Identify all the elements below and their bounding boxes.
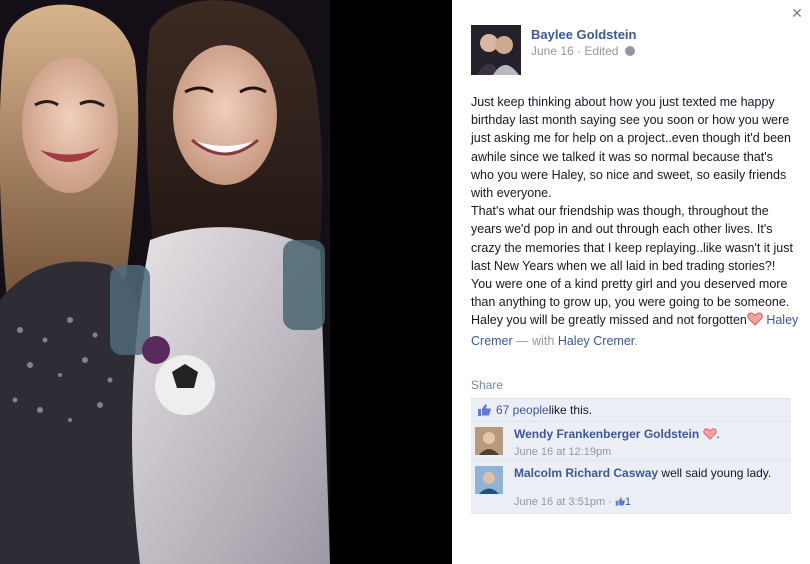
author-avatar[interactable]: [471, 25, 521, 75]
photo-stage[interactable]: [0, 0, 450, 564]
feedback-box: 67 people like this. Wendy Frankenberger…: [471, 398, 791, 514]
close-icon[interactable]: ✕: [790, 6, 804, 20]
photo-illustration: [0, 0, 330, 564]
post-meta: June 16 · Edited: [531, 44, 635, 58]
message-paragraph-2: That's what our friendship was though, t…: [471, 202, 799, 350]
comment-timestamp[interactable]: June 16 at 3:51pm: [514, 496, 605, 508]
commenter-name-link[interactable]: Wendy Frankenberger Goldstein: [514, 427, 699, 441]
author-name-link[interactable]: Baylee Goldstein: [531, 27, 636, 42]
comment-like-count[interactable]: 1: [625, 496, 631, 508]
comment-timestamp[interactable]: June 16 at 12:19pm: [514, 446, 611, 458]
heart-icon: [702, 428, 717, 444]
likes-count-link[interactable]: 67 people: [496, 403, 549, 417]
post-message: Just keep thinking about how you just te…: [471, 93, 799, 350]
likes-suffix: like this.: [548, 403, 593, 417]
likes-row: 67 people like this.: [471, 399, 791, 422]
post-date[interactable]: June 16: [531, 44, 574, 58]
message-paragraph-1: Just keep thinking about how you just te…: [471, 95, 791, 201]
comment-like-icon[interactable]: [615, 497, 625, 509]
with-person-link[interactable]: Haley Cremer: [558, 334, 634, 348]
share-link[interactable]: Share: [471, 378, 503, 392]
globe-icon[interactable]: [624, 46, 635, 56]
commenter-name-link[interactable]: Malcolm Richard Casway: [514, 466, 658, 480]
comment-period: .: [716, 427, 720, 441]
heart-icon: [747, 312, 763, 331]
author-avatar-image: [471, 25, 521, 75]
edited-label[interactable]: Edited: [584, 44, 618, 58]
comment-item: Malcolm Richard Casway well said young l…: [471, 461, 791, 514]
comment-text: Wendy Frankenberger Goldstein .: [514, 427, 784, 444]
post-photo[interactable]: [0, 0, 330, 564]
message-paragraph-2-text: That's what our friendship was though, t…: [471, 204, 793, 328]
comment-body: well said young lady.: [658, 466, 772, 480]
photo-viewer: ✕ Baylee Goldstein June 16 · Edited Just…: [0, 0, 810, 564]
commenter-avatar[interactable]: [475, 427, 503, 455]
with-prefix: — with: [512, 333, 558, 348]
comment-item: Wendy Frankenberger Goldstein . June 16 …: [471, 422, 791, 461]
with-period: .: [634, 333, 638, 348]
comment-meta-separator: ·: [605, 496, 615, 508]
commenter-avatar[interactable]: [475, 466, 503, 494]
comment-meta: June 16 at 3:51pm · 1: [514, 496, 631, 509]
comment-text: Malcolm Richard Casway well said young l…: [514, 466, 784, 481]
post-side-panel: ✕ Baylee Goldstein June 16 · Edited Just…: [452, 0, 810, 564]
thumbs-up-icon: [477, 404, 491, 416]
post-header: Baylee Goldstein June 16 · Edited: [471, 25, 791, 77]
